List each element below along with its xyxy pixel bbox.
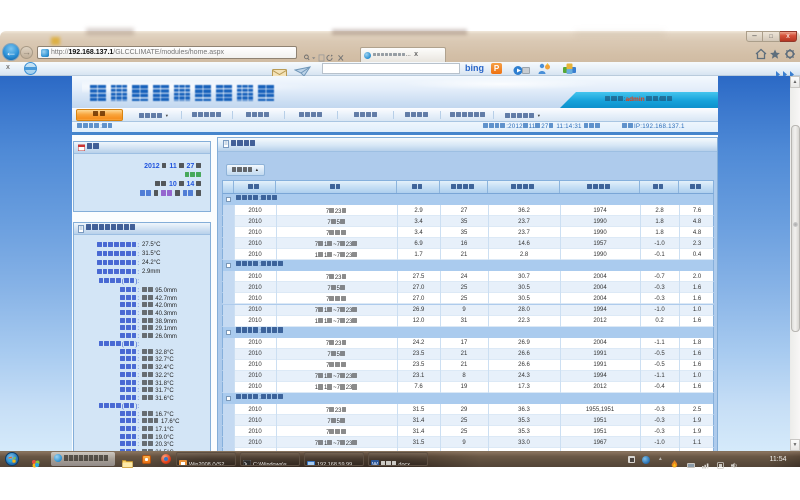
svg-text:W: W [372, 463, 378, 467]
